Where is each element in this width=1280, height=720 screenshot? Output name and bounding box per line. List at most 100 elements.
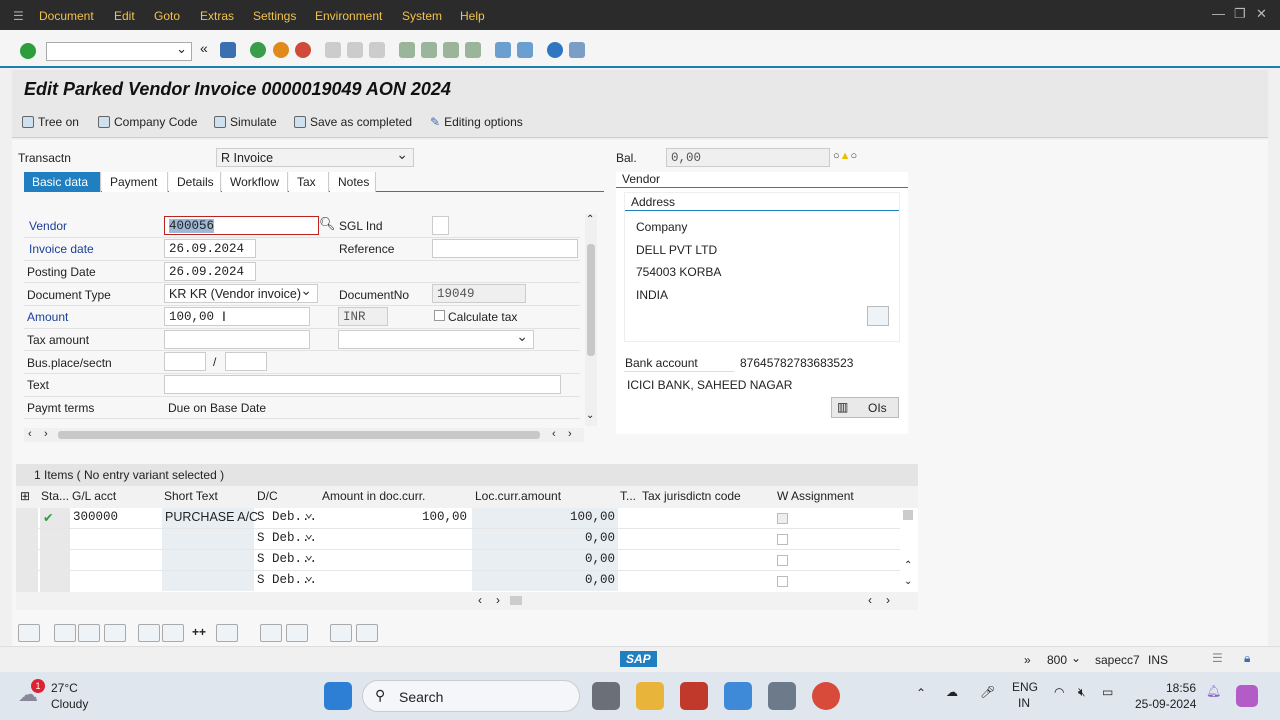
- scroll-right-icon[interactable]: ›: [886, 593, 890, 607]
- collapse-icon[interactable]: «: [200, 40, 216, 56]
- command-field[interactable]: ⌄: [46, 41, 192, 61]
- find-next-icon[interactable]: [369, 42, 385, 58]
- col-amount-doc[interactable]: Amount in doc.curr.: [322, 489, 425, 503]
- col-status[interactable]: Sta...: [41, 489, 69, 503]
- chevron-down-icon[interactable]: ⌄: [1071, 651, 1081, 665]
- col-w[interactable]: W: [777, 489, 788, 503]
- find-icon[interactable]: [347, 42, 363, 58]
- col-loc-amount[interactable]: Loc.curr.amount: [475, 489, 561, 503]
- filter-icon[interactable]: [356, 624, 378, 642]
- amount-doc-cell[interactable]: [320, 571, 470, 591]
- copy-icon[interactable]: [260, 624, 282, 642]
- clock-time[interactable]: 18:56: [1166, 681, 1196, 695]
- battery-icon[interactable]: ▭: [1102, 685, 1113, 699]
- save-icon[interactable]: [220, 42, 236, 58]
- sap-logon-icon[interactable]: [768, 682, 796, 710]
- menu-system[interactable]: System: [402, 9, 442, 23]
- w-checkbox[interactable]: [777, 576, 788, 587]
- col-tax-code[interactable]: T...: [620, 489, 636, 503]
- form-hscrollbar[interactable]: ‹ › ‹ ›: [24, 428, 584, 442]
- table-row[interactable]: S Deb... 0,00: [16, 547, 900, 571]
- new-session-icon[interactable]: [495, 42, 511, 58]
- layout-icon[interactable]: [569, 42, 585, 58]
- cloud-sync-icon[interactable]: ☁: [946, 685, 958, 699]
- tab-tax[interactable]: Tax: [289, 172, 329, 192]
- row-selector[interactable]: [16, 508, 38, 529]
- items-vscrollbar[interactable]: ⌃ ⌄: [900, 508, 918, 592]
- scroll-up-icon[interactable]: ⌃: [586, 214, 594, 225]
- text-input[interactable]: [164, 375, 561, 394]
- col-dc[interactable]: D/C: [257, 489, 278, 503]
- tray-chevron-icon[interactable]: ⌃: [916, 686, 926, 700]
- col-short-text[interactable]: Short Text: [164, 489, 218, 503]
- table-row[interactable]: S Deb... 0,00: [16, 568, 900, 592]
- back-icon[interactable]: [250, 42, 266, 58]
- gl-acct-cell[interactable]: 300000: [70, 508, 162, 528]
- remove-rows-icon[interactable]: [216, 624, 238, 642]
- table-settings-icon[interactable]: ⊞: [20, 489, 30, 503]
- scroll-left-icon[interactable]: ‹: [478, 593, 482, 607]
- posting-date-input[interactable]: 26.09.2024: [164, 262, 256, 281]
- help-icon[interactable]: [547, 42, 563, 58]
- exit-icon[interactable]: [273, 42, 289, 58]
- col-gl-acct[interactable]: G/L acct: [72, 489, 116, 503]
- minimize-icon[interactable]: —: [1212, 6, 1225, 21]
- editing-options-button[interactable]: ✎ Editing options: [430, 115, 523, 129]
- document-type-select[interactable]: KR KR (Vendor invoice): [164, 284, 318, 303]
- file-explorer-icon[interactable]: [636, 682, 664, 710]
- last-page-icon[interactable]: [465, 42, 481, 58]
- close-icon[interactable]: ✕: [1256, 6, 1267, 22]
- simulate-button[interactable]: Simulate: [214, 115, 277, 129]
- copilot-icon[interactable]: [1236, 685, 1258, 707]
- copy-rows-icon[interactable]: [162, 624, 184, 642]
- open-items-button[interactable]: ▥ OIs: [831, 397, 899, 418]
- row-selector[interactable]: [16, 529, 38, 550]
- w-checkbox[interactable]: [777, 555, 788, 566]
- hscroll-thumb[interactable]: [510, 596, 522, 605]
- wifi-icon[interactable]: ◠: [1054, 685, 1064, 699]
- weather-desc[interactable]: Cloudy: [51, 697, 88, 711]
- tab-details[interactable]: Details: [169, 172, 221, 192]
- menu-help[interactable]: Help: [460, 9, 485, 23]
- microphone-icon[interactable]: 🎤︎: [980, 685, 995, 699]
- windows-start-icon[interactable]: [324, 682, 352, 710]
- tab-workflow[interactable]: Workflow: [222, 172, 288, 192]
- company-code-button[interactable]: Company Code: [98, 115, 197, 129]
- menu-settings[interactable]: Settings: [253, 9, 296, 23]
- weather-temp[interactable]: 27°C: [51, 681, 78, 695]
- amount-input[interactable]: 100,00: [164, 307, 310, 326]
- expand-status-icon[interactable]: »: [1024, 653, 1031, 667]
- menu-extras[interactable]: Extras: [200, 9, 234, 23]
- business-place-input[interactable]: [164, 352, 206, 371]
- gl-acct-cell[interactable]: [70, 550, 162, 570]
- dc-select[interactable]: S Deb...: [254, 547, 318, 570]
- tab-basic-data[interactable]: Basic data: [24, 172, 101, 192]
- table-row[interactable]: ✔ 300000 PURCHASE A/C S Deb... 100,00 10…: [16, 505, 900, 529]
- prev-page-icon[interactable]: [421, 42, 437, 58]
- cancel-icon[interactable]: [295, 42, 311, 58]
- shortcut-icon[interactable]: [517, 42, 533, 58]
- gl-acct-cell[interactable]: [70, 529, 162, 549]
- amount-doc-cell[interactable]: [320, 529, 470, 549]
- lang-secondary[interactable]: IN: [1018, 696, 1030, 710]
- add-rows-icon[interactable]: ++: [192, 625, 206, 639]
- amount-doc-cell[interactable]: 100,00: [320, 508, 470, 528]
- calculate-tax-checkbox[interactable]: [434, 310, 445, 321]
- table-row[interactable]: S Deb... 0,00: [16, 526, 900, 550]
- scroll-up-icon[interactable]: ⌃: [904, 560, 912, 571]
- vendor-master-icon[interactable]: [867, 306, 889, 326]
- delete-row-icon[interactable]: [104, 624, 126, 642]
- scroll-down-icon[interactable]: ⌄: [904, 576, 912, 587]
- scroll-thumb[interactable]: [903, 510, 913, 520]
- row-selector[interactable]: [16, 550, 38, 571]
- taskbar-search[interactable]: ⚲ Search: [362, 680, 580, 712]
- hscroll-thumb[interactable]: [58, 431, 540, 439]
- scroll-right-icon[interactable]: ›: [44, 428, 48, 440]
- dc-select[interactable]: S Deb...: [254, 505, 318, 528]
- notepad-icon[interactable]: [724, 682, 752, 710]
- row-selector[interactable]: [16, 571, 38, 592]
- transaction-select[interactable]: R Invoice: [216, 148, 414, 167]
- reference-input[interactable]: [432, 239, 578, 258]
- form-vscrollbar[interactable]: ⌃ ⌄: [585, 214, 597, 426]
- scroll-right-icon[interactable]: ›: [568, 428, 572, 440]
